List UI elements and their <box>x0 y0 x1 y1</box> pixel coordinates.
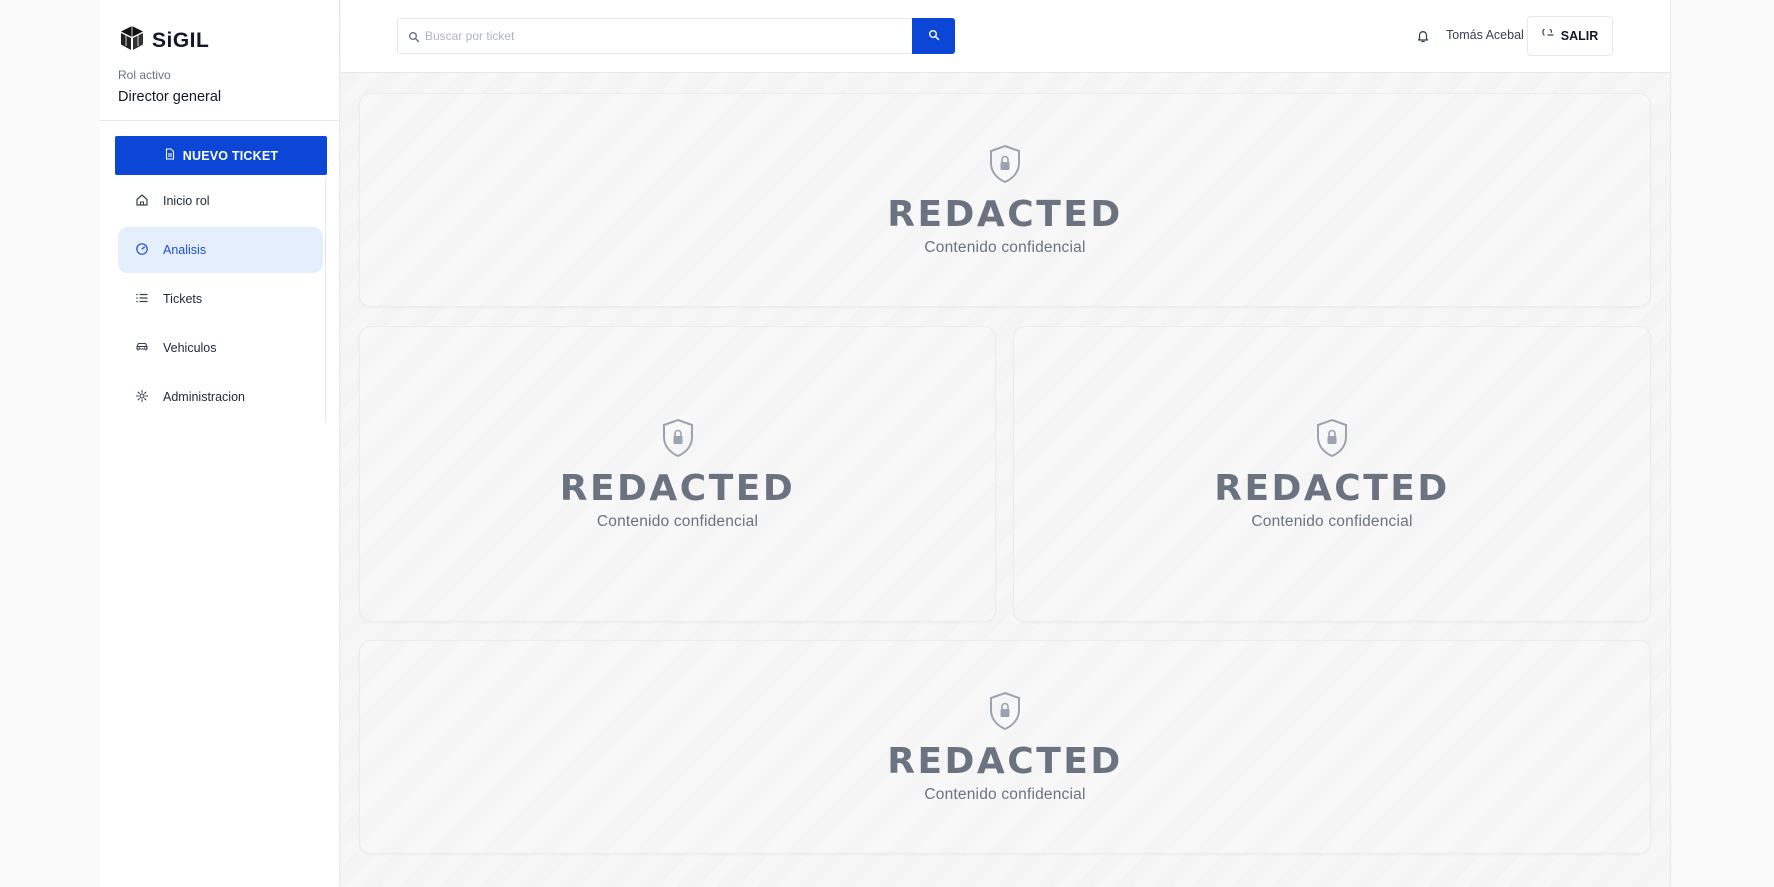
document-icon <box>164 148 176 163</box>
cube-logo-icon <box>118 24 146 57</box>
role-label: Rol activo <box>118 68 171 82</box>
redacted-title: REDACTED <box>887 193 1123 235</box>
sidebar-divider <box>100 120 340 121</box>
app-page: SiGIL Rol activo Director general NUEVO … <box>0 0 1774 887</box>
redacted-subtitle: Contenido confidencial <box>924 238 1086 256</box>
redacted-subtitle: Contenido confidencial <box>1251 512 1413 530</box>
sidebar-item-label: Analisis <box>163 243 207 257</box>
sidebar-item-vehiculos[interactable]: Vehiculos <box>118 325 323 371</box>
redacted-title: REDACTED <box>887 740 1123 782</box>
bell-icon[interactable] <box>1415 28 1431 44</box>
sidebar-item-label: Inicio rol <box>163 194 210 208</box>
sidebar-item-inicio-rol[interactable]: Inicio rol <box>118 178 323 224</box>
logout-label: SALIR <box>1560 29 1599 43</box>
redacted-card-1: REDACTED Contenido confidencial <box>359 93 1651 307</box>
home-icon <box>135 193 149 210</box>
redacted-card-3: REDACTED Contenido confidencial <box>1013 326 1651 622</box>
redacted-title: REDACTED <box>1214 467 1450 509</box>
search-input[interactable] <box>420 19 912 53</box>
redacted-title: REDACTED <box>559 467 796 509</box>
redacted-subtitle: Contenido confidencial <box>924 785 1086 803</box>
search-icon <box>928 29 940 44</box>
brand-name: SiGIL <box>152 28 210 52</box>
shield-lock-icon <box>1315 418 1349 458</box>
redacted-subtitle: Contenido confidencial <box>596 512 759 530</box>
gear-icon <box>135 389 149 406</box>
topbar: Tomás Acebal SALIR <box>341 0 1670 73</box>
redacted-card-2: REDACTED Contenido confidencial <box>359 326 996 622</box>
left-gutter <box>0 0 100 887</box>
logout-icon <box>1542 26 1554 44</box>
search-button[interactable] <box>912 18 955 54</box>
new-ticket-label: NUEVO TICKET <box>182 148 279 163</box>
search-icon <box>408 30 420 43</box>
shield-lock-icon <box>988 691 1022 731</box>
list-icon <box>135 291 149 308</box>
sidebar-item-label: Vehiculos <box>163 341 217 355</box>
nav-border <box>325 178 326 422</box>
logout-button[interactable]: SALIR <box>1527 16 1613 56</box>
brand[interactable]: SiGIL <box>118 24 209 57</box>
sidebar-item-label: Tickets <box>163 292 203 306</box>
car-icon <box>135 340 149 357</box>
gauge-icon <box>135 242 149 259</box>
sidebar-item-label: Administracion <box>163 390 245 404</box>
shield-lock-icon <box>661 418 695 458</box>
sidebar-item-tickets[interactable]: Tickets <box>118 276 323 322</box>
role-value: Director general <box>118 89 222 105</box>
shield-lock-icon <box>988 144 1022 184</box>
right-gutter <box>1670 0 1774 887</box>
sidebar-item-analisis[interactable]: Analisis <box>118 227 323 273</box>
sidebar-item-administracion[interactable]: Administracion <box>118 374 323 420</box>
redacted-card-4: REDACTED Contenido confidencial <box>359 640 1651 854</box>
new-ticket-button[interactable]: NUEVO TICKET <box>115 136 327 175</box>
user-name: Tomás Acebal <box>1446 28 1524 42</box>
sidebar: SiGIL Rol activo Director general NUEVO … <box>100 0 340 887</box>
search-bar <box>397 18 955 54</box>
